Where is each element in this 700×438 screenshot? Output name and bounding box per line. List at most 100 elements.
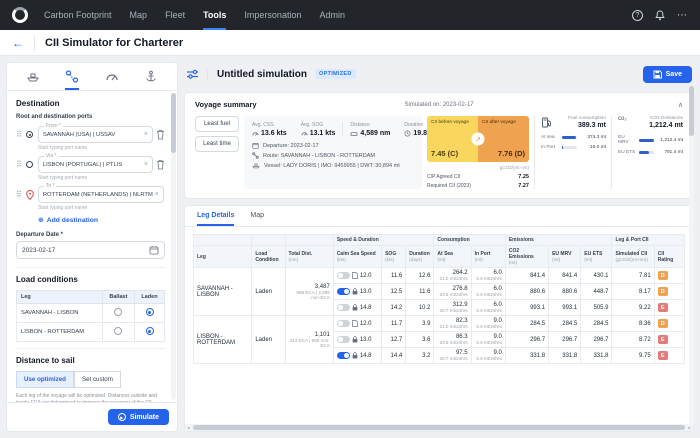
- cii-rating-badge: D: [657, 287, 668, 296]
- gauge-icon: [252, 132, 259, 136]
- col-load-condition: Load Condition: [251, 245, 286, 268]
- cii-panel: CII before voyage 7.45 (C) CII after voy…: [427, 116, 529, 189]
- speed-toggle[interactable]: [336, 352, 350, 359]
- simulation-header: Untitled simulation OPTIMIZED Save: [184, 62, 694, 86]
- tab-port[interactable]: [144, 70, 158, 90]
- co2-icon: co₂: [618, 116, 627, 122]
- trash-icon[interactable]: [156, 159, 165, 170]
- distance-mode-tabs: Use optimized Set custom: [16, 371, 165, 388]
- optimization-mode-buttons: Least fuel Least time: [195, 116, 239, 189]
- destination-heading: Destination: [16, 99, 60, 108]
- lock-icon: [352, 336, 358, 343]
- sidebar-scrollbar[interactable]: [171, 93, 176, 400]
- voyage-stats-box: Avg. CSS 13.6 kts Avg. SOG 13.1 kts Dist…: [244, 116, 445, 189]
- group-leg-port-cii: Leg & Port CII: [611, 234, 685, 246]
- route-icon: [252, 152, 259, 159]
- tab-map[interactable]: Map: [250, 206, 264, 226]
- help-icon[interactable]: ?: [632, 9, 643, 21]
- port-to-helper: Start typing port name: [38, 205, 88, 211]
- nav-item-admin[interactable]: Admin: [319, 0, 345, 30]
- col-total-dist: Total Dist. (nm): [284, 245, 334, 268]
- clear-icon[interactable]: ×: [144, 131, 148, 138]
- vessel-icon: [252, 163, 260, 169]
- gauge-icon: [301, 132, 308, 136]
- nav-menu: Carbon Footprint Map Fleet Tools Imperso…: [44, 0, 345, 30]
- nav-item-carbon-footprint[interactable]: Carbon Footprint: [44, 0, 112, 30]
- speed-toggle[interactable]: [336, 288, 350, 295]
- speed-toggle[interactable]: [336, 320, 350, 327]
- ballast-radio[interactable]: [114, 308, 123, 316]
- ballast-radio[interactable]: [114, 327, 123, 335]
- trash-icon[interactable]: [156, 129, 165, 140]
- clear-icon[interactable]: ×: [144, 161, 148, 168]
- distance-heading: Distance to sail: [16, 356, 75, 365]
- simulated-on: Simulated on: 2023-02-17: [404, 101, 474, 108]
- tab-route[interactable]: [65, 70, 80, 90]
- laden-radio[interactable]: [145, 308, 154, 316]
- tab-vessel[interactable]: [26, 70, 40, 90]
- sliders-icon[interactable]: [186, 68, 199, 80]
- fuel-consumption-panel: Fuel consumption 389.3 mt At sea 374.3 m…: [534, 116, 606, 189]
- speed-toggle[interactable]: [336, 272, 350, 279]
- fuel-at-sea-row: At sea 374.3 mt: [541, 135, 606, 140]
- group-speed-duration: Speed & Duration: [332, 234, 435, 246]
- scroll-left-icon[interactable]: ◂: [185, 425, 192, 430]
- simulate-button[interactable]: ▶ Simulate: [107, 409, 169, 425]
- tab-performance[interactable]: [105, 70, 119, 90]
- drag-handle-icon[interactable]: ⠿: [16, 160, 22, 169]
- col-co2-emissions: CO2 Emissions (mt): [504, 245, 550, 268]
- meta-vessel: Vessel: LADY DORIS | IMO: 9459955 | DWT:…: [252, 162, 414, 169]
- save-button[interactable]: Save: [642, 65, 692, 83]
- col-cii-rating: CII Rating: [653, 245, 686, 268]
- leg-name: LISBON - ROTTERDAM: [192, 315, 253, 364]
- least-fuel-button[interactable]: Least fuel: [195, 116, 239, 132]
- port-row-via: ⠿ Via * LISBON (PORTUGAL) | PTLIS ×: [16, 153, 165, 173]
- port-to-value: ROTTERDAM (NETHERLANDS) | NLRTM: [42, 191, 153, 198]
- speed-toggle[interactable]: [336, 304, 350, 311]
- nav-item-fleet[interactable]: Fleet: [165, 0, 185, 30]
- clear-icon[interactable]: ×: [155, 191, 159, 198]
- stat-distance: Distance 4,589 nm: [342, 122, 397, 137]
- nav-item-map[interactable]: Map: [130, 0, 148, 30]
- col-eu-mrv: EU MRV (mt): [548, 245, 582, 268]
- port-input-to[interactable]: To * ROTTERDAM (NETHERLANDS) | NLRTM ×: [37, 183, 164, 203]
- nav-item-tools[interactable]: Tools: [203, 0, 227, 30]
- tab-set-custom[interactable]: Set custom: [73, 371, 121, 388]
- port-via-value: LISBON (PORTUGAL) | PTLIS: [42, 161, 123, 168]
- col-calm-sea-speed: Calm Sea Speed (kts): [332, 245, 383, 268]
- calendar-icon: [252, 143, 259, 149]
- co2-eu-mrv-row: EU MRV 1,212.4 mt: [618, 135, 683, 145]
- speed-toggle[interactable]: [336, 336, 350, 343]
- calendar-icon[interactable]: [149, 245, 159, 255]
- least-time-button[interactable]: Least time: [195, 136, 239, 152]
- col-leg: Leg: [192, 245, 253, 268]
- load-conditions-heading: Load conditions: [16, 275, 78, 284]
- tab-leg-details[interactable]: Leg Details: [197, 206, 235, 226]
- top-navbar: Carbon Footprint Map Fleet Tools Imperso…: [0, 0, 700, 30]
- departure-date-input[interactable]: 2023-02-17: [16, 241, 165, 259]
- tab-use-optimized[interactable]: Use optimized: [16, 371, 74, 388]
- more-menu-icon[interactable]: ⋯: [677, 10, 688, 21]
- back-arrow-icon[interactable]: ←: [12, 36, 24, 50]
- port-input-from[interactable]: From * SAVANNAH (USA) | USSAV ×: [37, 123, 153, 143]
- drag-handle-icon[interactable]: ⠿: [16, 190, 22, 199]
- distance-helper-text: Each leg of the voyage will be optimized…: [16, 393, 157, 402]
- lock-icon: [352, 352, 358, 359]
- port-via-helper: Start typing port name: [38, 175, 88, 181]
- main-vertical-scrollbar[interactable]: [689, 86, 694, 424]
- col-simulated-cii: Simulated CII (gCO2/(mt·nm)): [611, 245, 655, 268]
- nav-item-impersonation[interactable]: Impersonation: [244, 0, 301, 30]
- total-distance: 3,487 598 ECA | 2,889 non-ECA: [284, 267, 334, 316]
- load-conditions-table: Leg Ballast Laden SAVANNAH - LISBON LISB…: [16, 290, 165, 342]
- fuel-pump-icon: [542, 117, 551, 128]
- scroll-right-icon[interactable]: ▸: [686, 425, 693, 430]
- col-sog: SOG (kts): [381, 245, 407, 268]
- port-input-via[interactable]: Via * LISBON (PORTUGAL) | PTLIS ×: [37, 153, 153, 173]
- horizontal-scrollbar[interactable]: ◂ ▸: [185, 424, 693, 431]
- bell-icon[interactable]: [655, 9, 665, 21]
- add-destination-button[interactable]: ⊕ Add destination: [38, 216, 165, 225]
- group-header-row: Speed & Duration Consumption Emissions L…: [192, 234, 685, 246]
- page-title: CII Simulator for Charterer: [34, 34, 183, 51]
- drag-handle-icon[interactable]: ⠿: [16, 130, 22, 139]
- laden-radio[interactable]: [145, 327, 154, 335]
